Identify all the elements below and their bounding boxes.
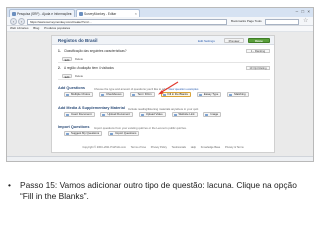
quiz-editor: Registos do Brasil Edit Settings Preview… (51, 35, 275, 153)
search-input[interactable] (265, 18, 299, 25)
annotation-arrow-icon (158, 81, 179, 95)
favorites-item[interactable]: Produtos populares (44, 26, 70, 30)
browser-screenshot: Pesquisa (SRF) - Ajuda e Informações × S… (6, 7, 314, 162)
favorites-item[interactable]: Web Libraries (10, 26, 28, 30)
page-content: Registos do Brasil Edit Settings Preview… (7, 32, 313, 161)
slide: Pesquisa (SRF) - Ajuda e Informações × S… (0, 0, 320, 240)
copyright-text: Copyright © 2003–2011 ProProfs.com (82, 146, 127, 149)
close-tab-icon[interactable]: × (135, 11, 137, 16)
toolbar-item[interactable]: Page (247, 19, 254, 23)
window-controls[interactable]: – □ × (296, 9, 311, 14)
footer-link[interactable]: Help (191, 146, 196, 149)
footer-link[interactable]: Terms of Use (131, 146, 146, 149)
footer-link[interactable]: Privacy & Terms (225, 146, 244, 149)
bullet-icon: • (8, 180, 11, 190)
browser-tab-2-label: SurveyMonkey - Editar (84, 12, 117, 16)
browser-tab-1-label: Pesquisa (SRF) - Ajuda e Informações (17, 12, 72, 16)
step-caption: Passo 15: Vamos adicionar outro tipo de … (20, 180, 297, 201)
favicon-icon (79, 12, 83, 16)
toolbar-item[interactable]: Tools (255, 19, 262, 23)
forward-arrow-icon[interactable]: › (18, 18, 25, 25)
favicon-icon (12, 12, 16, 16)
browser-toolbar: Bookmarks Page Tools (231, 19, 262, 23)
url-input[interactable]: https://www.surveymonkey.com/create/?sm=… (27, 18, 227, 25)
tab-bar: Pesquisa (SRF) - Ajuda e Informações × S… (7, 8, 313, 17)
footer-link[interactable]: Knowledge Base (201, 146, 220, 149)
status-bar (7, 156, 313, 161)
toolbar-item[interactable]: Bookmarks (231, 19, 246, 23)
browser-tab-1[interactable]: Pesquisa (SRF) - Ajuda e Informações × (9, 9, 75, 17)
back-arrow-icon[interactable]: ‹ (10, 18, 17, 25)
close-tab-icon[interactable]: × (70, 11, 72, 16)
browser-tab-2[interactable]: SurveyMonkey - Editar × (76, 9, 140, 17)
footer-link[interactable]: Privacy Policy (151, 146, 167, 149)
page-footer: Copyright © 2003–2011 ProProfs.com Terms… (52, 146, 274, 149)
favorites-star-icon[interactable]: ☆ (303, 18, 308, 25)
footer-link[interactable]: Testimonials (172, 146, 186, 149)
address-bar-row: ‹ › https://www.surveymonkey.com/create/… (7, 17, 313, 26)
favorites-item[interactable]: Blog (33, 26, 39, 30)
